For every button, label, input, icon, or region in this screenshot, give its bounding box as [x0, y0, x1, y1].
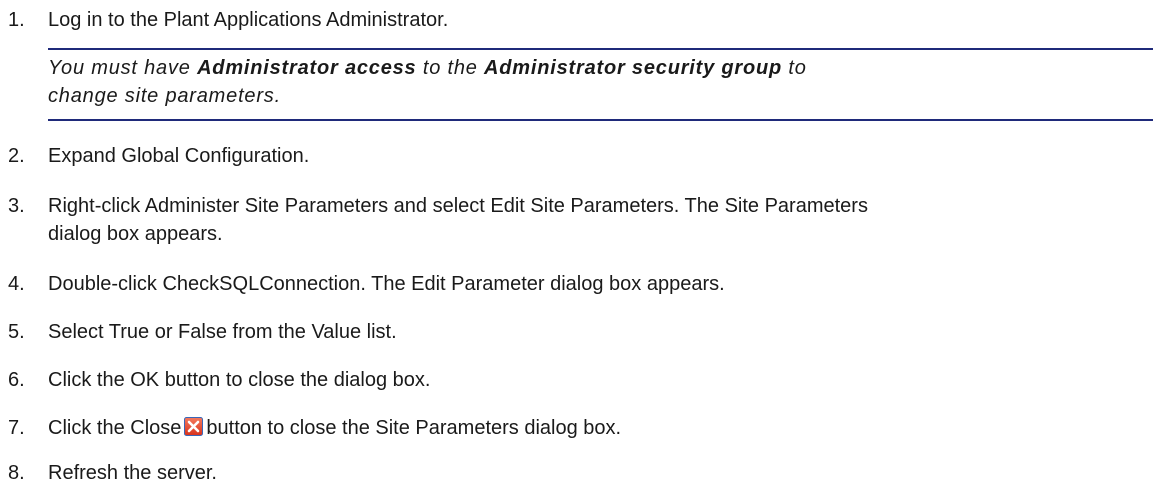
step-text-line: dialog box appears.: [48, 223, 223, 245]
step-text: Double-click CheckSQLConnection. The Edi…: [48, 273, 725, 295]
step-number: 3.: [8, 195, 25, 217]
note-text: You must have: [48, 57, 198, 79]
step-text-after: button to close the Site Parameters dial…: [206, 417, 622, 439]
step-text: Select True or False from the Value list…: [48, 321, 397, 343]
note-line-1: You must have Administrator access to th…: [48, 54, 807, 82]
step-number: 2.: [8, 145, 25, 167]
step-text-line: Right-click Administer Site Parameters a…: [48, 195, 868, 217]
step-text: Expand Global Configuration.: [48, 145, 310, 167]
note-text: to the: [416, 57, 485, 79]
note-text: to: [782, 57, 807, 79]
step-number: 4.: [8, 273, 25, 295]
note-bold-text: Administrator security group: [484, 57, 783, 79]
document-page: 1. Log in to the Plant Applications Admi…: [0, 0, 1159, 489]
step-number: 7.: [8, 417, 25, 439]
note-bottom-rule: [48, 119, 1153, 121]
step-number: 1.: [8, 9, 25, 31]
note-line-2: change site parameters.: [48, 85, 281, 107]
step-number: 8.: [8, 462, 25, 484]
step-text-before: Click the Close: [48, 417, 182, 439]
step-text: Log in to the Plant Applications Adminis…: [48, 9, 449, 31]
step-number: 5.: [8, 321, 25, 343]
note-bold-text: Administrator access: [197, 57, 417, 79]
step-number: 6.: [8, 369, 25, 391]
note-block: You must have Administrator access to th…: [48, 48, 1153, 122]
close-icon: [184, 416, 204, 436]
note-top-rule: [48, 48, 1153, 50]
step-text: Click the OK button to close the dialog …: [48, 369, 431, 391]
step-text: Refresh the server.: [48, 462, 217, 484]
step-text: Right-click Administer Site Parameters a…: [48, 192, 1158, 248]
step-text: Click the Close button to close the Site…: [48, 414, 1048, 442]
